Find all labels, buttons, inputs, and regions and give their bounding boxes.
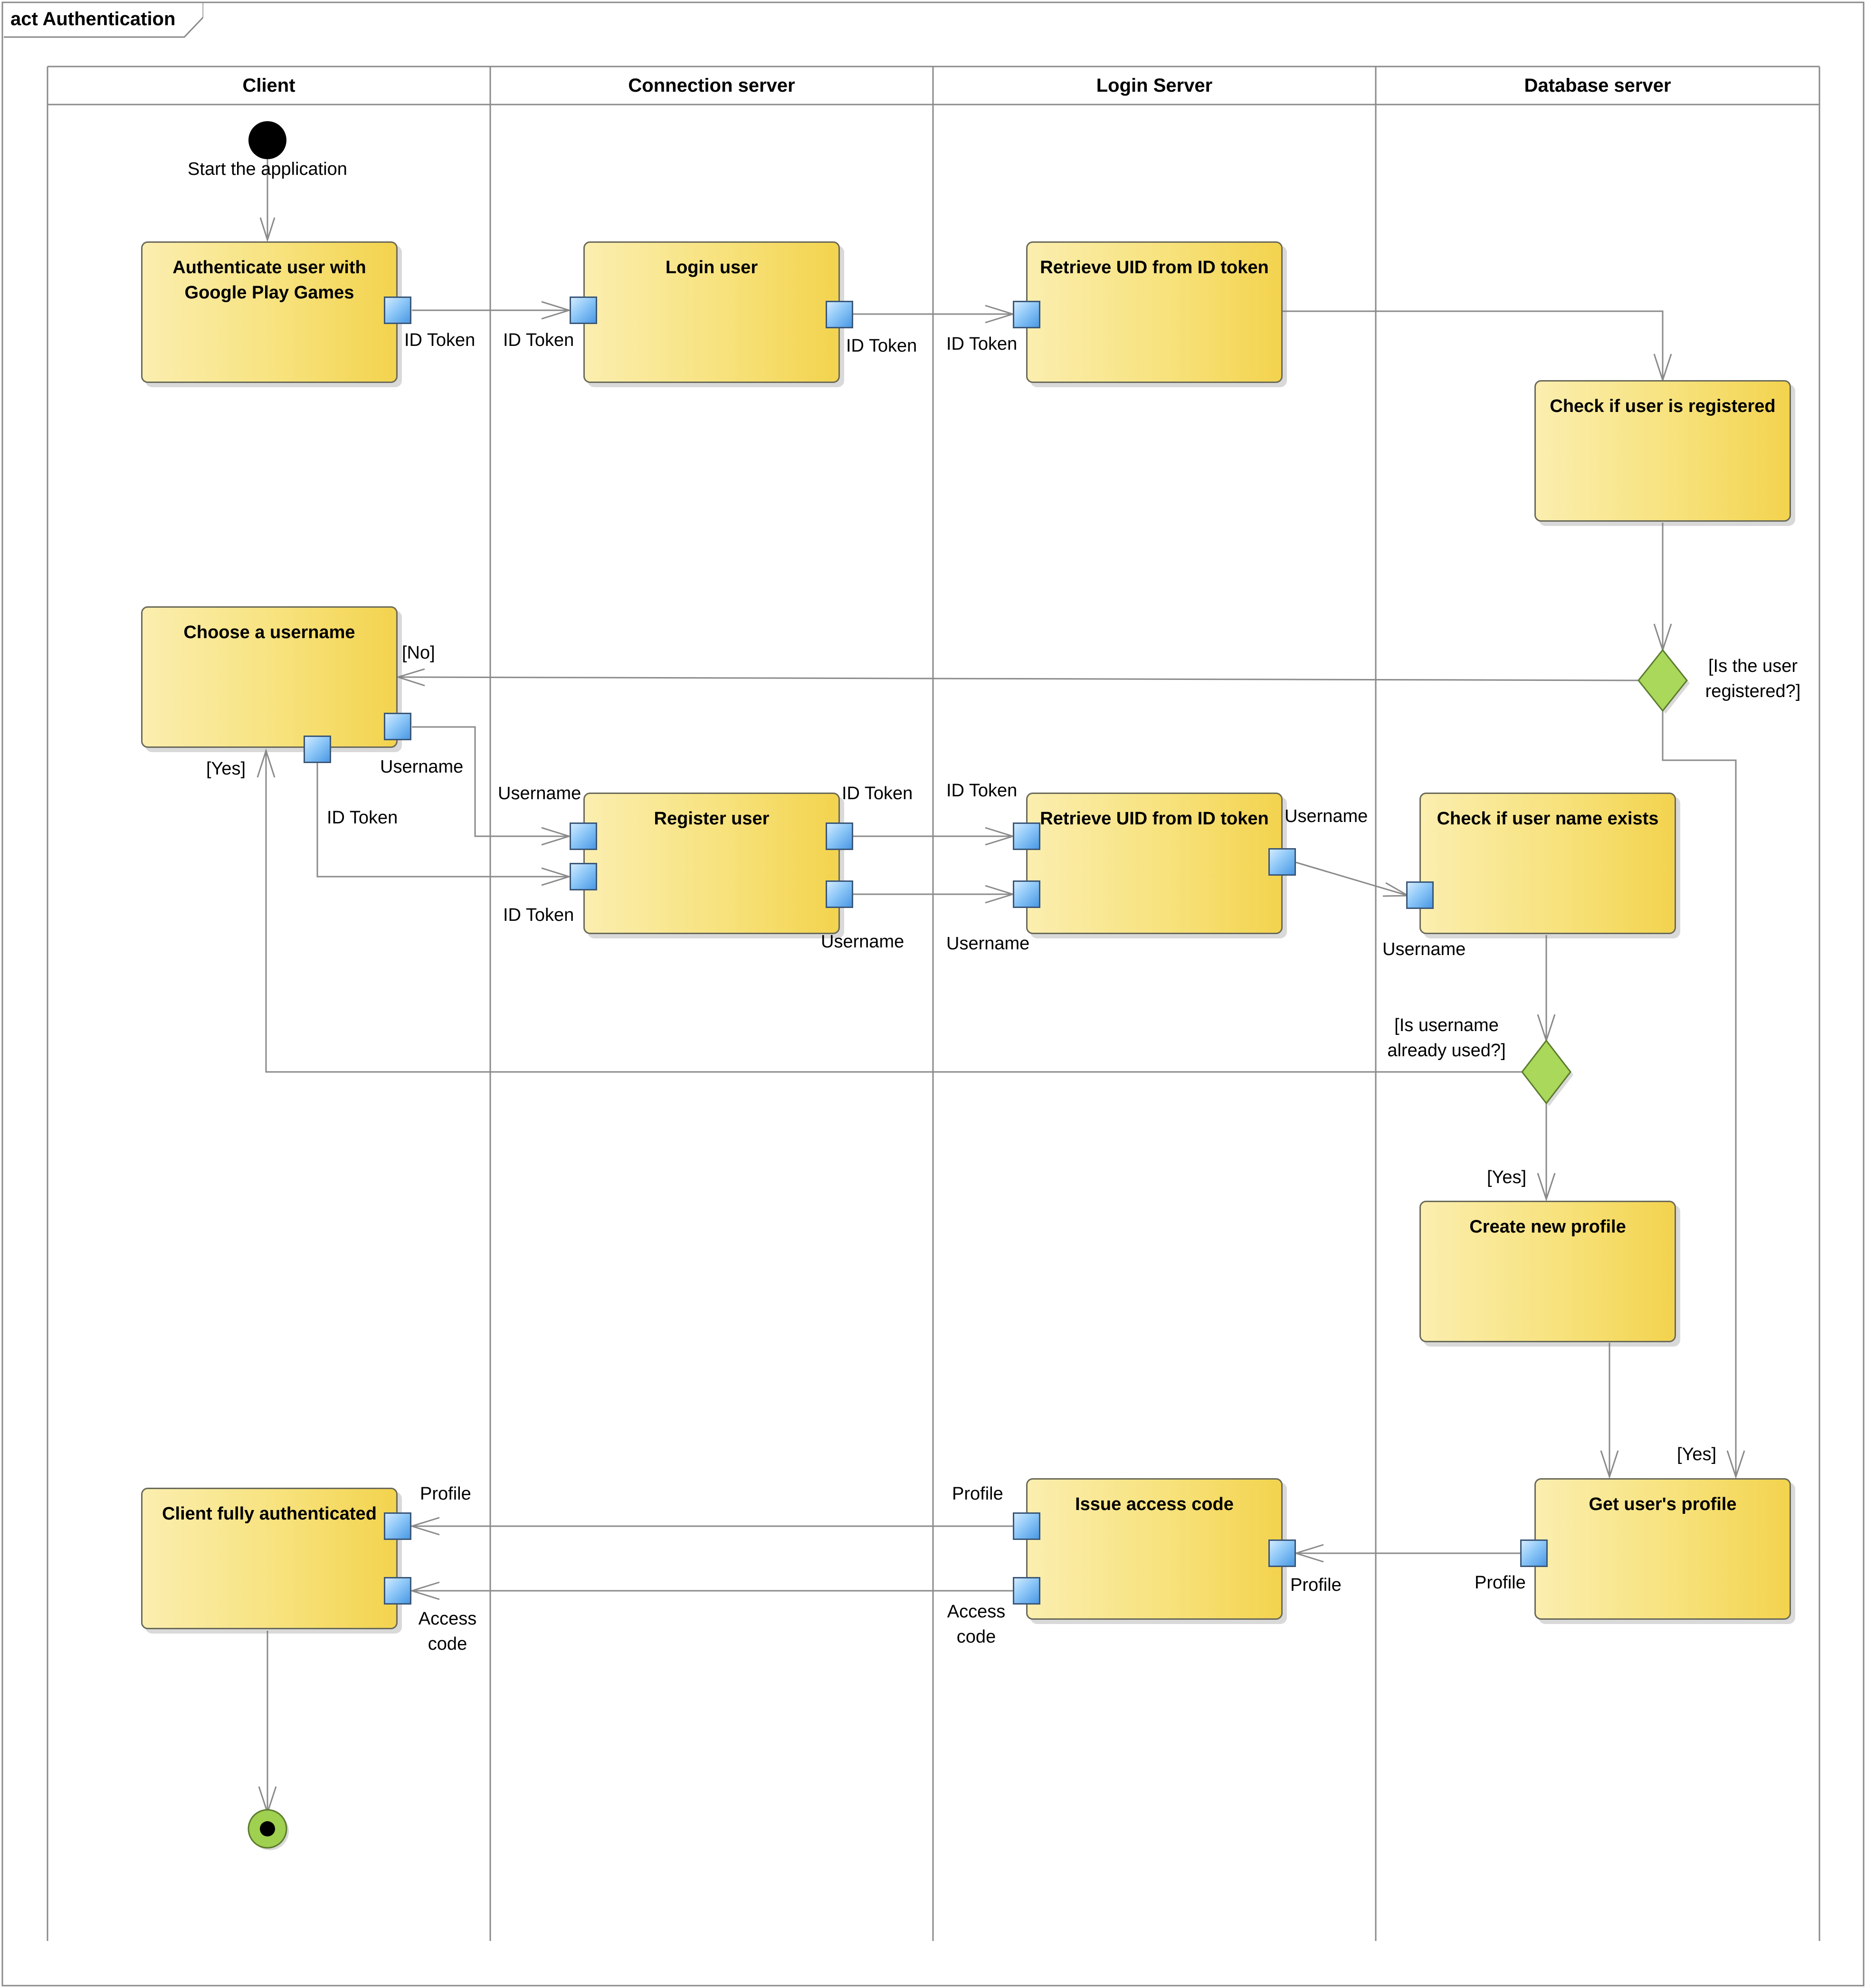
decision-registered	[1638, 649, 1690, 714]
pin-label-auth-idtoken-out: ID Token	[404, 330, 476, 350]
guard-username-yes: [Yes]	[1487, 1167, 1527, 1187]
action-client-authenticated[interactable]: Client fully authenticated	[141, 1488, 398, 1629]
action-authenticate[interactable]: Authenticate user with Google Play Games	[141, 241, 398, 383]
lane-header-login-server: Login Server	[1096, 75, 1213, 96]
final-node	[248, 1809, 289, 1850]
pin-login-idtoken-out[interactable]	[826, 301, 853, 328]
decision-username-used	[1521, 1039, 1573, 1106]
pin-label-login-idtoken-out: ID Token	[846, 336, 917, 356]
action-retrieve-uid-2[interactable]: Retrieve UID from ID token	[1026, 793, 1283, 934]
pin-label-checkname-username-in: Username	[1382, 939, 1466, 959]
action-choose-username[interactable]: Choose a username	[141, 606, 398, 748]
action-get-profile[interactable]: Get user's profile	[1534, 1478, 1791, 1620]
pin-label-retrieve1-idtoken-in: ID Token	[946, 334, 1018, 354]
decision-username-question: [Is username already used?]	[1387, 1015, 1506, 1061]
activity-diagram: act Authentication Client Connection ser…	[0, 0, 1866, 1988]
pin-label-issue-profile-out: Profile	[952, 1484, 1003, 1504]
pin-issue-profile-in[interactable]	[1268, 1539, 1296, 1567]
lane-header-client: Client	[242, 75, 295, 96]
frame-title: act Authentication	[10, 9, 176, 29]
pin-issue-access-out[interactable]	[1013, 1577, 1040, 1605]
pin-login-idtoken-in[interactable]	[570, 296, 597, 324]
action-create-profile[interactable]: Create new profile	[1419, 1201, 1676, 1342]
pin-label-client-profile-in: Profile	[420, 1484, 471, 1504]
pin-retrieve2-username-in[interactable]	[1013, 880, 1040, 908]
pin-label-register-username-out: Username	[821, 932, 904, 952]
guard-registered-no: [No]	[402, 643, 435, 663]
flow-retrieve1-to-check	[1283, 310, 1664, 380]
pin-label-choose-username-out: Username	[380, 757, 464, 777]
pin-label-register-idtoken-out: ID Token	[842, 784, 913, 803]
flow-retrieve2-to-checkname	[1295, 861, 1409, 897]
pin-register-idtoken-out[interactable]	[826, 822, 853, 850]
pin-retrieve2-username-out[interactable]	[1268, 848, 1296, 876]
pin-choose-idtoken-out[interactable]	[304, 736, 331, 763]
flow-decision-no	[398, 676, 1639, 681]
pin-client-access-in[interactable]	[384, 1577, 411, 1605]
action-check-registered[interactable]: Check if user is registered	[1534, 380, 1791, 522]
initial-node	[248, 121, 286, 159]
pin-label-issue-access-out: Access code	[947, 1602, 1006, 1647]
pin-register-username-out[interactable]	[826, 880, 853, 908]
pin-label-client-access-in: Access code	[418, 1609, 477, 1654]
pin-get-profile-out[interactable]	[1520, 1539, 1548, 1567]
pin-label-get-profile-out: Profile	[1475, 1573, 1526, 1593]
guard-registered-yes: [Yes]	[1677, 1444, 1717, 1464]
pin-retrieve2-idtoken-in[interactable]	[1013, 822, 1040, 850]
pin-label-retrieve2-username-out: Username	[1285, 806, 1368, 826]
pin-register-username-in[interactable]	[570, 822, 597, 850]
pin-label-retrieve2-username-in: Username	[946, 934, 1030, 954]
pin-label-choose-idtoken-out: ID Token	[327, 808, 398, 828]
action-retrieve-uid-1[interactable]: Retrieve UID from ID token	[1026, 241, 1283, 383]
pin-label-register-idtoken-in: ID Token	[503, 905, 574, 925]
pin-label-register-username-in: Username	[498, 784, 581, 803]
decision-registered-question: [Is the user registered?]	[1705, 656, 1801, 701]
control-flows	[265, 154, 1737, 1813]
pin-auth-idtoken-out[interactable]	[384, 296, 411, 324]
pin-client-profile-in[interactable]	[384, 1512, 411, 1540]
pin-choose-username-out[interactable]	[384, 713, 411, 740]
initial-node-label: Start the application	[188, 159, 347, 179]
lane-header-database-server: Database server	[1524, 75, 1671, 96]
pin-checkname-username-in[interactable]	[1406, 881, 1434, 909]
pin-label-issue-profile-in: Profile	[1290, 1575, 1342, 1595]
pin-issue-profile-out[interactable]	[1013, 1512, 1040, 1540]
guard-username-yes-loop: [Yes]	[206, 759, 246, 779]
action-check-username[interactable]: Check if user name exists	[1419, 793, 1676, 934]
pin-retrieve1-idtoken-in[interactable]	[1013, 301, 1040, 328]
pin-register-idtoken-in[interactable]	[570, 863, 597, 890]
action-issue-access-code[interactable]: Issue access code	[1026, 1478, 1283, 1620]
lane-header-connection-server: Connection server	[628, 75, 795, 96]
pin-label-retrieve2-idtoken-in: ID Token	[946, 781, 1018, 801]
pin-label-login-idtoken-in: ID Token	[503, 330, 574, 350]
action-register-user[interactable]: Register user	[583, 793, 840, 934]
action-login-user[interactable]: Login user	[583, 241, 840, 383]
